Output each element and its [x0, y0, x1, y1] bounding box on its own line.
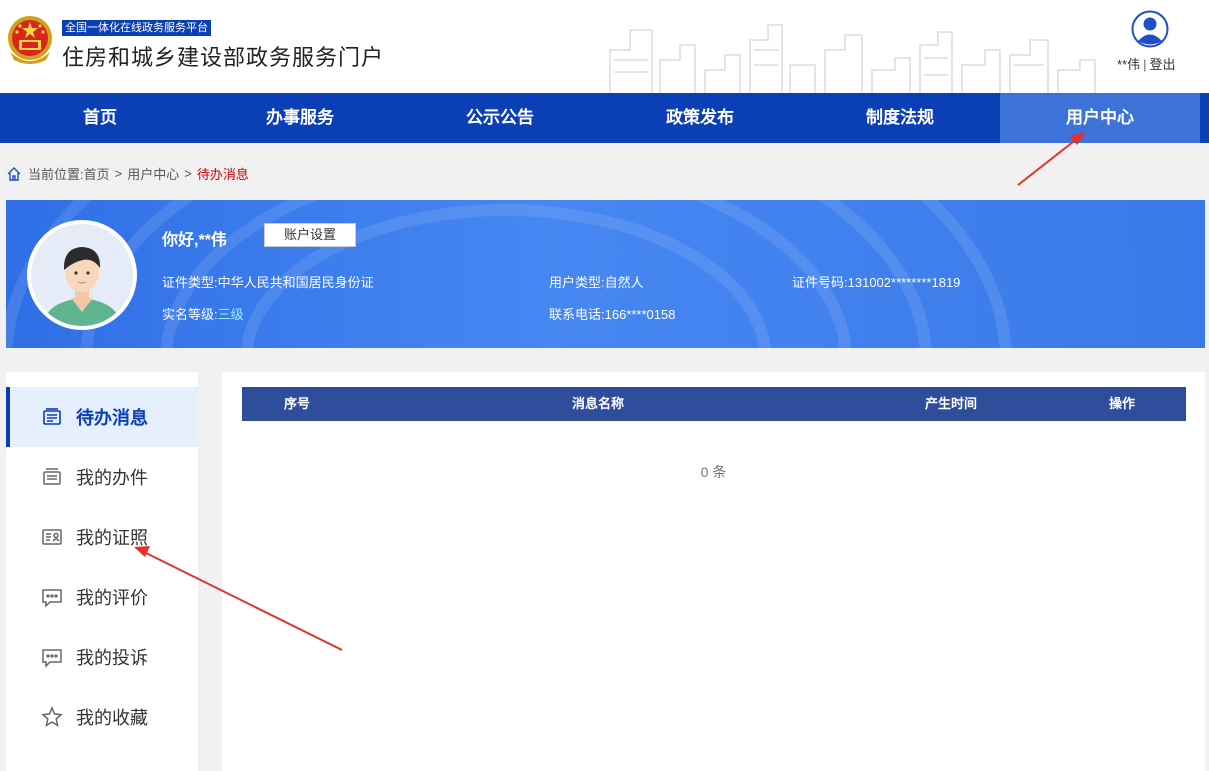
id-number-label: 证件号码: [792, 275, 848, 290]
sidebar: 待办消息 我的办件 我的证照 我的评价 我的投诉 我的收藏 [6, 372, 198, 771]
column-header-index: 序号 [284, 396, 311, 411]
breadcrumb-current: 待办消息 [196, 167, 249, 182]
greeting: 你好,**伟 [162, 232, 227, 249]
star-icon [41, 706, 63, 727]
account-settings-button[interactable]: 账户设置 [264, 223, 356, 247]
breadcrumb: 当前位置: 首页 > 用户中心 > 待办消息 [6, 164, 249, 183]
phone-label: 联系电话: [549, 307, 605, 322]
nav-item-policies[interactable]: 政策发布 [600, 93, 800, 143]
id-number: 证件号码:131002********1819 [792, 272, 960, 291]
user-links: **伟 | 登出 [1117, 54, 1176, 73]
level-label: 实名等级: [162, 307, 218, 322]
logout-link[interactable]: 登出 [1150, 57, 1176, 72]
comment-icon [42, 649, 62, 668]
sidebar-item-my-complaints[interactable]: 我的投诉 [6, 627, 198, 687]
user-portrait-icon [31, 224, 133, 326]
nav-item-home[interactable]: 首页 [0, 93, 200, 143]
platform-tag: 全国一体化在线政务服务平台 [62, 20, 211, 36]
nav-item-user-center[interactable]: 用户中心 [1000, 93, 1200, 143]
comment-icon [42, 589, 62, 608]
sidebar-item-label: 我的收藏 [76, 708, 148, 728]
nav-item-regulations[interactable]: 制度法规 [800, 93, 1000, 143]
column-header-created-time: 产生时间 [925, 396, 978, 411]
profile-banner: 你好,**伟 账户设置 证件类型:中华人民共和国居民身份证 用户类型:自然人 证… [6, 200, 1205, 348]
phone-value: 166****0158 [604, 307, 676, 322]
avatar [27, 220, 137, 330]
separator: | [1143, 57, 1147, 72]
user-type-value: 自然人 [604, 275, 644, 290]
site-header: 全国一体化在线政务服务平台 住房和城乡建设部政务服务门户 **伟 | 登出 [0, 0, 1209, 93]
sidebar-item-my-licenses[interactable]: 我的证照 [6, 507, 198, 567]
level-value[interactable]: 三级 [218, 307, 244, 322]
user-type-label: 用户类型: [549, 275, 605, 290]
sidebar-item-label: 我的评价 [76, 588, 148, 608]
sidebar-item-label: 我的证照 [76, 528, 148, 548]
sidebar-item-todo-messages[interactable]: 待办消息 [6, 387, 198, 447]
nav-item-services[interactable]: 办事服务 [200, 93, 400, 143]
user-avatar-icon[interactable] [1131, 10, 1169, 48]
username[interactable]: **伟 [1117, 57, 1140, 72]
sidebar-item-my-cases[interactable]: 我的办件 [6, 447, 198, 507]
sidebar-item-label: 我的投诉 [76, 648, 148, 668]
table-header: 序号 消息名称 产生时间 操作 [242, 387, 1186, 421]
id-type-label: 证件类型: [162, 275, 218, 290]
column-header-actions: 操作 [1109, 396, 1136, 411]
breadcrumb-prefix: 当前位置: [28, 167, 84, 182]
id-card-icon [42, 529, 62, 545]
tray-icon [43, 468, 61, 485]
id-type: 证件类型:中华人民共和国居民身份证 [162, 272, 374, 291]
real-name-level: 实名等级:三级 [162, 304, 244, 323]
breadcrumb-home[interactable]: 首页 [84, 164, 110, 183]
breadcrumb-user-center[interactable]: 用户中心 [127, 164, 179, 183]
sidebar-item-my-reviews[interactable]: 我的评价 [6, 567, 198, 627]
user-type: 用户类型:自然人 [549, 272, 644, 291]
breadcrumb-separator: > [184, 166, 192, 181]
column-header-message-name: 消息名称 [572, 396, 625, 411]
inbox-icon [43, 408, 61, 425]
sidebar-item-label: 我的办件 [76, 468, 148, 488]
sidebar-item-my-favorites[interactable]: 我的收藏 [6, 687, 198, 747]
nav-item-announcements[interactable]: 公示公告 [400, 93, 600, 143]
national-emblem-icon [8, 16, 52, 64]
home-icon[interactable] [6, 166, 22, 182]
id-number-value: 131002********1819 [847, 275, 961, 290]
breadcrumb-separator: > [114, 166, 123, 181]
main-panel: 序号 消息名称 产生时间 操作 0 条 [222, 372, 1205, 771]
skyline-decoration [609, 24, 1096, 93]
empty-count: 0 条 [700, 464, 727, 480]
phone: 联系电话:166****0158 [549, 304, 675, 323]
sidebar-item-label: 待办消息 [76, 408, 148, 428]
id-type-value: 中华人民共和国居民身份证 [217, 275, 374, 290]
site-title[interactable]: 住房和城乡建设部政务服务门户 [62, 40, 384, 72]
main-nav: 首页 办事服务 公示公告 政策发布 制度法规 用户中心 [0, 93, 1209, 143]
